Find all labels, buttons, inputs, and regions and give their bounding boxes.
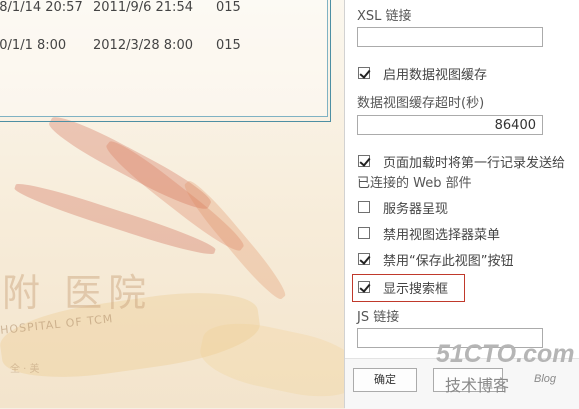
modified-cell: 08/1/14 20:57 <box>0 0 83 15</box>
site-logo: 51CTO.com <box>436 340 575 368</box>
show-search-box-checkbox[interactable] <box>358 281 370 293</box>
send-first-row-label: 页面加载时将第一行记录发送给 <box>383 156 566 171</box>
version-cell: 015 <box>216 0 241 15</box>
enable-cache-label: 启用数据视图缓存 <box>383 68 488 83</box>
server-render-checkbox[interactable] <box>358 201 370 213</box>
connected-web-part-label: 已连接的 Web 部件 <box>357 176 472 191</box>
cache-timeout-label: 数据视图缓存超时(秒) <box>357 96 485 111</box>
blog-label: Blog <box>534 373 557 385</box>
list-view-inner: 08/1/14 20:57 2011/9/6 21:54 015 00/1/1 … <box>0 0 328 117</box>
server-render-label: 服务器呈现 <box>383 202 449 217</box>
cache-timeout-input[interactable]: 86400 <box>357 115 543 135</box>
watermark-chinese: 附 医院 <box>2 271 153 315</box>
js-link-label: JS 链接 <box>357 310 400 325</box>
enable-cache-checkbox[interactable] <box>358 67 370 79</box>
version-cell: 015 <box>216 38 241 53</box>
show-search-box-label: 显示搜索框 <box>383 282 449 297</box>
disable-view-selector-checkbox[interactable] <box>358 227 370 239</box>
disable-save-view-checkbox[interactable] <box>358 253 370 265</box>
created-cell: 2011/9/6 21:54 <box>93 0 193 15</box>
created-cell: 2012/3/28 8:00 <box>93 38 193 53</box>
list-view-panel: 08/1/14 20:57 2011/9/6 21:54 015 00/1/1 … <box>0 0 331 122</box>
disable-view-selector-label: 禁用视图选择器菜单 <box>383 228 501 243</box>
site-logo-subtitle: 技术博客 <box>445 376 510 395</box>
xsl-link-label: XSL 链接 <box>357 9 412 24</box>
modified-cell: 00/1/1 8:00 <box>0 38 67 53</box>
ok-button[interactable]: 确定 <box>353 368 417 392</box>
xsl-link-input[interactable] <box>357 27 543 47</box>
send-first-row-checkbox[interactable] <box>358 155 370 167</box>
background-ribbon <box>195 314 345 406</box>
watermark-small: 全 · 美 <box>10 364 40 375</box>
disable-save-view-label: 禁用“保存此视图”按钮 <box>383 254 514 269</box>
